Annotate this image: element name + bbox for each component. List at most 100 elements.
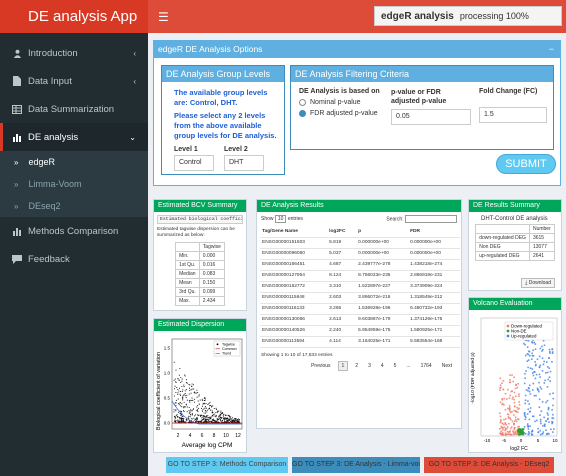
page-link[interactable]: 1 [337,360,349,371]
sidebar-item-feedback[interactable]: Feedback [0,245,148,273]
goto-methods-comparison-button[interactable]: GO TO STEP 3: Methods Comparison [166,457,288,473]
table-cell: 3.265 [327,303,357,315]
table-row[interactable]: ENSG00000130066 2.613 9.603887e-179 1.37412… [260,314,460,326]
y-tick-label: 0.5 [164,396,171,401]
sidebar-item-label: DE analysis [28,131,79,143]
radio-circle[interactable] [299,110,306,117]
page-link[interactable]: ... [403,362,413,370]
table-cell: 1st Qu. [175,260,200,270]
table-corner [475,224,530,234]
user-icon [12,48,22,58]
table-cell: 3.373909e-224 [408,281,460,293]
table-row[interactable]: ENSG00000116133 3.265 1.536928e-196 6.48073… [260,303,460,315]
goto-limma-voom-button[interactable]: GO TO STEP 3: DE Analysis - Limma-voom [292,457,420,473]
dispersion-title: Estimated Dispersion [154,319,246,331]
download-button[interactable]: ⤓ Download [521,278,555,288]
x-tick-label: 10 [223,433,229,439]
dispersion-legend: Tagwise Common Trend [213,340,241,357]
page-length-select[interactable]: 10 [274,215,287,223]
goto-deseq2-button[interactable]: GO TO STEP 3: DE Analysis - DEseq2 [424,457,554,473]
length-control: Show 10 entries [261,215,303,223]
table-cell: ENSG00000166451 [260,259,328,271]
table-row[interactable]: ENSG00000140526 2.240 5.954959e-175 1.58092… [260,325,460,337]
sidebar-item-data-input[interactable]: Data Input ‹ [0,67,148,95]
radio-fdr-pvalue[interactable]: FDR adjusted p-value [299,110,395,117]
page-link[interactable]: Previous [308,362,333,370]
sidebar-subitem-label: edgeR [28,157,55,167]
y-tick-label: 1.0 [164,371,171,376]
page-link[interactable]: Next [439,362,455,370]
table-header: Number [528,224,555,234]
sidebar-item-label: Data Summarization [28,103,115,115]
x-tick-label: 10 [552,438,558,443]
page-link[interactable]: 4 [378,362,387,370]
page-link[interactable]: 3 [365,362,374,370]
table-row[interactable]: ENSG00000127954 8.124 8.756023e-235 2.86691… [260,270,460,282]
table-cell: Min. [175,251,200,261]
group-levels-title: DE Analysis Group Levels [162,66,284,82]
sidebar-subitem-limma-voom[interactable]: » Limma-Voom [0,173,148,195]
download-icon: ⤓ [525,280,528,286]
pvalue-input[interactable]: 0.05 [391,109,471,125]
sidebar-submenu: » edgeR » Limma-Voom » DEseq2 [0,151,148,217]
radio-nominal-pvalue[interactable]: Nominal p-value [299,99,395,106]
table-row[interactable]: ENSG00000166451 4.687 2.439777e-278 1.43821… [260,259,460,271]
table-row: Mean 0.150 [175,278,225,288]
table-cell: 0.083 [198,269,225,279]
table-cell: ENSG00000115648 [260,292,328,304]
table-cell: 0.016 [198,260,225,270]
column-header[interactable]: p [356,226,409,238]
fold-change-input[interactable]: 1.5 [479,107,547,123]
level1-input[interactable]: Control [174,155,214,171]
sidebar-item-de-analysis[interactable]: DE analysis ⌄ [0,123,148,151]
results-footer: Showing 1 to 10 of 17,633 entries [261,352,333,358]
bar-chart-icon [12,132,22,142]
table-cell: 1.438218e-274 [408,259,460,271]
table-row[interactable]: ENSG00000115648 2.603 3.896072e-216 1.31854… [260,292,460,304]
sidebar-subitem-edger[interactable]: » edgeR [0,151,148,173]
x-tick-label: 8 [213,433,216,439]
page-link[interactable]: 2 [352,362,361,370]
table-row: up-regulated DEG 2641 [475,251,555,261]
table-row[interactable]: ENSG00000162772 3.310 1.522897e-227 3.37390… [260,281,460,293]
x-tick-label: 6 [201,433,204,439]
sidebar-item-introduction[interactable]: Introduction ‹ [0,39,148,67]
table-row[interactable]: ENSG00000113594 4.114 3.164025e-171 5.58355… [260,336,460,348]
page-link[interactable]: 1764 [418,362,435,370]
hamburger-menu-icon[interactable]: ☰ [158,10,169,24]
level2-input[interactable]: DHT [224,155,264,171]
y-tick-label: 0.0 [164,421,171,426]
column-header[interactable]: log2FC [327,226,357,238]
radio-label: Nominal p-value [310,99,361,106]
table-cell: ENSG00000140526 [260,325,328,337]
page-link[interactable]: 5 [391,362,400,370]
group-select-instruction: Please select any 2 levels from the abov… [174,111,277,140]
table-cell: 1.536928e-196 [356,303,409,315]
table-cell: 6.480732e-193 [408,303,460,315]
options-box-header: edgeR DE Analysis Options − [154,41,560,58]
volcano-xlabel: log2 FC [510,446,528,452]
submit-button[interactable]: SUBMIT [496,154,556,174]
sidebar-subitem-deseq2[interactable]: » DEseq2 [0,195,148,217]
collapse-icon[interactable]: − [549,43,554,56]
search-input[interactable] [405,215,457,223]
radio-circle[interactable] [299,99,306,106]
progress-text: processing 100% [459,11,529,21]
table-cell: down-regulated DEG [475,233,530,243]
search-control: Search: [386,215,457,223]
download-label: Download [528,280,551,286]
legend-trend: Trend [222,352,231,356]
table-cell: Non DEG [475,242,530,252]
bar-chart-icon [12,226,22,236]
bcv-summary-box: Estimated BCV Summary Estimated biologic… [153,199,247,311]
table-cell: ENSG00000116133 [260,303,328,315]
sidebar-item-data-summarization[interactable]: Data Summarization [0,95,148,123]
sidebar-item-label: Data Input [28,75,72,87]
column-header[interactable]: Tag/Gene Name [260,226,328,238]
sidebar-subitem-label: DEseq2 [28,201,61,211]
de-summary-box: DE Results Summary DHT-Control DE analys… [468,199,562,291]
column-header[interactable]: FDR [408,226,460,238]
table-row[interactable]: ENSG00000096060 5.037 0.000000e+00 0.000000… [260,248,460,260]
sidebar-item-methods-comparison[interactable]: Methods Comparison [0,217,148,245]
table-row[interactable]: ENSG00000151503 5.819 0.000000e+00 0.000000… [260,237,460,249]
